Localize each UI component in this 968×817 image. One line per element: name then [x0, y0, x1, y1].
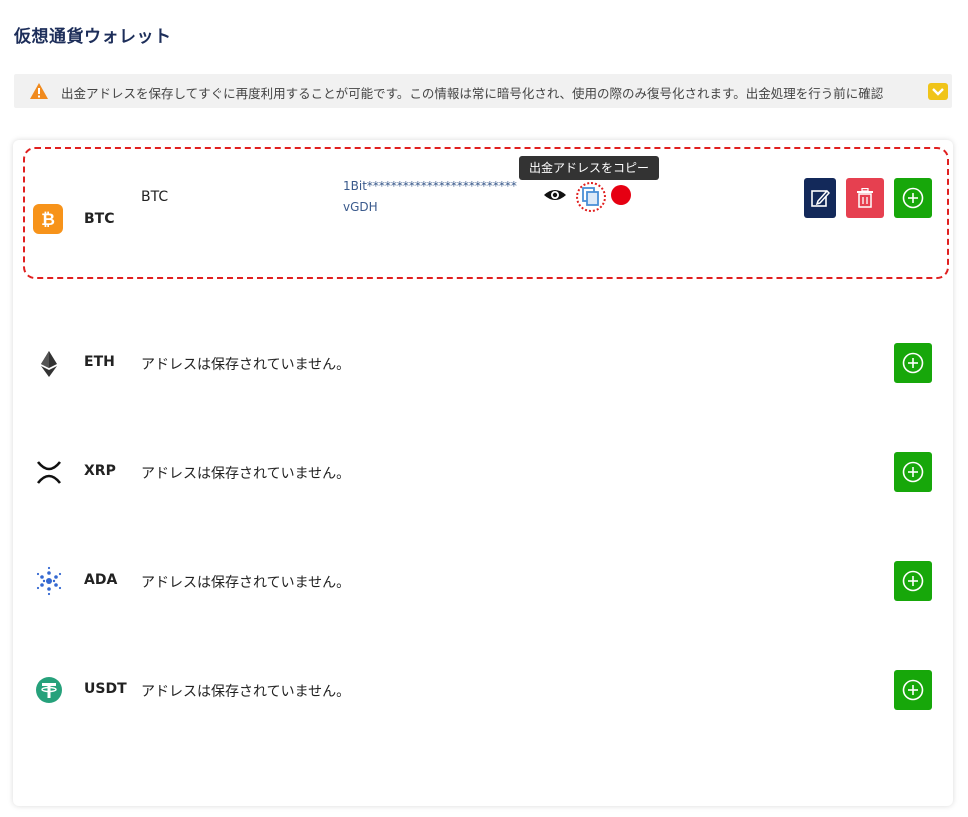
bitcoin-icon: ₿ — [33, 204, 63, 234]
eye-icon — [544, 190, 566, 200]
show-address-button[interactable] — [543, 185, 567, 205]
address-masked-tail: vGDH — [343, 200, 378, 214]
coin-code: USDT — [84, 681, 127, 697]
add-address-button-xrp[interactable] — [894, 452, 932, 492]
notice-text: 出金アドレスを保存してすぐに再度利用することが可能です。この情報は常に暗号化され… — [61, 86, 884, 101]
page-title: 仮想通貨ウォレット — [14, 27, 172, 47]
add-address-button-usdt[interactable] — [894, 670, 932, 710]
xrp-icon — [36, 461, 62, 484]
plus-circle-icon — [902, 570, 924, 592]
wallet-row-btc: ₿ BTC BTC 1Bit************************* … — [13, 140, 953, 280]
coin-code: XRP — [84, 463, 116, 479]
add-address-button-btc[interactable] — [894, 178, 932, 218]
plus-circle-icon — [902, 461, 924, 483]
status-dot — [611, 185, 631, 205]
wallet-card: ₿ BTC BTC 1Bit************************* … — [13, 140, 953, 806]
coin-code: ADA — [84, 572, 118, 588]
copy-address-button[interactable] — [576, 182, 606, 212]
delete-address-button[interactable] — [846, 178, 884, 218]
copy-tooltip: 出金アドレスをコピー — [519, 156, 659, 180]
empty-address-message: アドレスは保存されていません。 — [141, 684, 351, 700]
copy-icon — [582, 187, 599, 206]
ethereum-icon — [41, 351, 57, 377]
svg-text:₿: ₿ — [41, 210, 55, 230]
address-masked: 1Bit************************* — [343, 179, 517, 193]
wallet-row-xrp: XRP アドレスは保存されていません。 — [13, 432, 953, 512]
trash-icon — [857, 188, 873, 208]
warning-icon — [30, 83, 48, 99]
wallet-row-ada: ADA アドレスは保存されていません。 — [13, 541, 953, 621]
cardano-icon — [36, 566, 62, 596]
chevron-down-icon — [932, 88, 944, 96]
empty-address-message: アドレスは保存されていません。 — [141, 357, 351, 373]
plus-circle-icon — [902, 679, 924, 701]
edit-icon — [811, 189, 830, 207]
notice-banner: 出金アドレスを保存してすぐに再度利用することが可能です。この情報は常に暗号化され… — [14, 74, 952, 108]
plus-circle-icon — [902, 352, 924, 374]
wallet-row-eth: ETH アドレスは保存されていません。 — [13, 323, 953, 403]
add-address-button-ada[interactable] — [894, 561, 932, 601]
coin-code: BTC — [84, 211, 115, 227]
empty-address-message: アドレスは保存されていません。 — [141, 575, 351, 591]
tether-icon — [36, 677, 62, 703]
plus-circle-icon — [902, 187, 924, 209]
add-address-button-eth[interactable] — [894, 343, 932, 383]
empty-address-message: アドレスは保存されていません。 — [141, 466, 351, 482]
wallet-row-usdt: USDT アドレスは保存されていません。 — [13, 650, 953, 730]
address-label: BTC — [141, 189, 169, 205]
notice-expand-button[interactable] — [928, 83, 948, 100]
edit-address-button[interactable] — [804, 178, 836, 218]
coin-code: ETH — [84, 354, 115, 370]
